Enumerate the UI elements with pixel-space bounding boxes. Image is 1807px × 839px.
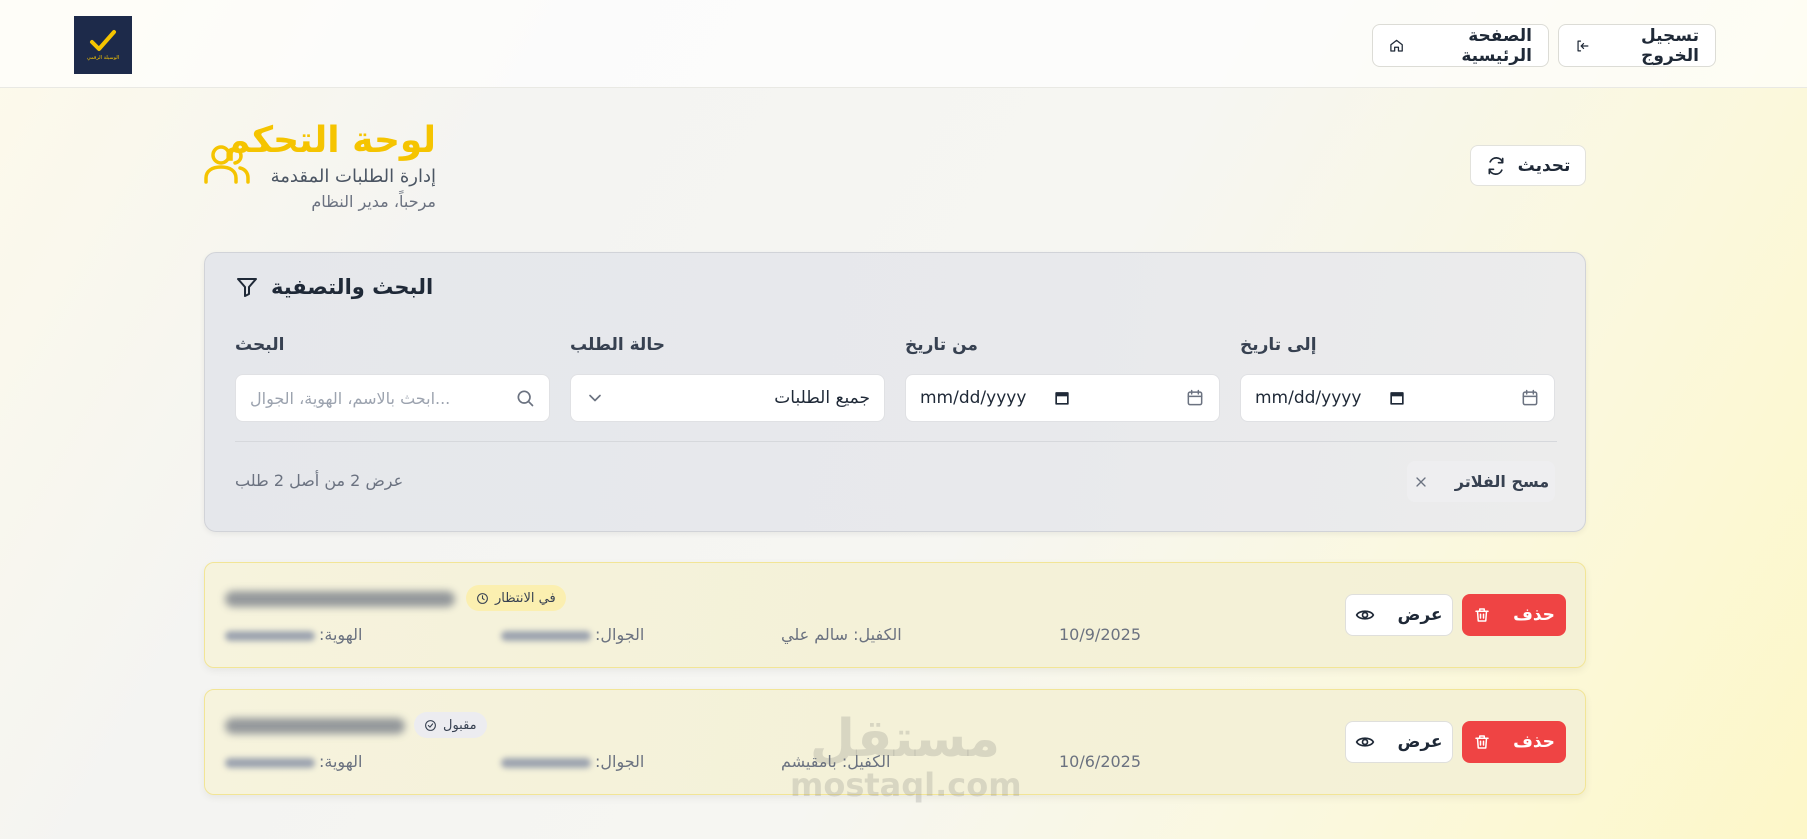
home-icon xyxy=(1390,39,1403,52)
search-input[interactable]: ...ابحث بالاسم، الهوية، الجوال xyxy=(235,374,550,422)
logo-check-icon xyxy=(90,30,116,51)
from-date-input[interactable]: mm/dd/yyyy xyxy=(905,374,1220,422)
phone-field: الجوال: xyxy=(501,625,644,644)
search-placeholder: ...ابحث بالاسم، الهوية، الجوال xyxy=(250,388,451,408)
filter-icon xyxy=(237,278,257,297)
home-button[interactable]: الصفحة الرئيسية xyxy=(1372,24,1549,67)
watermark-arabic: مستقل xyxy=(809,709,1001,769)
phone-value xyxy=(501,757,591,768)
trash-icon xyxy=(1475,735,1489,749)
page-subtitle: إدارة الطلبات المقدمة xyxy=(270,166,436,187)
filter-title-text: البحث والتصفية xyxy=(271,275,434,299)
view-button[interactable]: عرض xyxy=(1345,721,1453,763)
status-badge: في الانتظار xyxy=(466,585,566,611)
phone-label: الجوال: xyxy=(595,625,645,644)
refresh-button[interactable]: تحديث xyxy=(1470,145,1586,186)
clock-icon xyxy=(477,592,488,604)
eye-icon xyxy=(1356,737,1375,747)
id-field: الهوية: xyxy=(225,625,362,644)
delete-button-label: حذف xyxy=(1513,605,1555,625)
top-bar: الوسيلة الرقمي الصفحة الرئيسية تسجيل الخ… xyxy=(0,0,1807,88)
refresh-icon xyxy=(1488,156,1504,175)
from-date-value: mm/dd/yyyy xyxy=(920,388,1027,408)
request-date: 10/6/2025 xyxy=(1059,752,1142,771)
status-badge-text: مقبول xyxy=(443,717,477,733)
calendar-picker-icon[interactable] xyxy=(1052,388,1072,408)
home-button-label: الصفحة الرئيسية xyxy=(1461,25,1532,66)
sponsor-field: الكفيل: سالم علي xyxy=(781,625,902,644)
request-date: 10/9/2025 xyxy=(1059,625,1142,644)
id-field: الهوية: xyxy=(225,752,362,771)
clear-filters-button[interactable]: مسح الفلاتر xyxy=(1407,461,1555,502)
watermark-english: mostaql.com xyxy=(790,766,1022,804)
applicant-name xyxy=(225,718,405,734)
trash-icon xyxy=(1475,608,1489,622)
title-block: لوحة التحكم إدارة الطلبات المقدمة مرحباً… xyxy=(224,118,436,214)
id-value xyxy=(225,757,315,768)
view-button[interactable]: عرض xyxy=(1345,594,1453,636)
id-value xyxy=(225,630,315,641)
to-date-label: إلى تاريخ xyxy=(1240,335,1317,355)
id-label: الهوية: xyxy=(319,752,363,771)
status-badge: مقبول xyxy=(414,712,487,738)
id-label: الهوية: xyxy=(319,625,363,644)
filter-title: البحث والتصفية xyxy=(235,275,433,299)
delete-button-label: حذف xyxy=(1513,732,1555,752)
view-button-label: عرض xyxy=(1397,605,1443,625)
app-logo[interactable]: الوسيلة الرقمي xyxy=(74,16,132,74)
logout-icon xyxy=(1577,39,1589,52)
results-count: عرض 2 من أصل 2 طلب xyxy=(235,471,404,490)
to-date-input[interactable]: mm/dd/yyyy xyxy=(1240,374,1555,422)
filter-divider xyxy=(235,441,1557,442)
applicant-name xyxy=(225,591,455,607)
to-date-value: mm/dd/yyyy xyxy=(1255,388,1362,408)
view-button-label: عرض xyxy=(1397,732,1443,752)
search-icon xyxy=(517,390,534,407)
phone-field: الجوال: xyxy=(501,752,644,771)
status-select-value: جميع الطلبات xyxy=(774,388,870,408)
eye-icon xyxy=(1356,610,1375,620)
close-icon xyxy=(1416,476,1426,487)
status-badge-text: في الانتظار xyxy=(495,590,556,606)
page-title: لوحة التحكم xyxy=(223,120,436,161)
chevron-down-icon xyxy=(589,394,601,402)
status-select[interactable]: جميع الطلبات xyxy=(570,374,885,422)
delete-button[interactable]: حذف xyxy=(1462,594,1566,636)
calendar-icon xyxy=(1522,389,1538,406)
watermark: مستقل mostaql.com xyxy=(790,709,1022,804)
check-circle-icon xyxy=(425,719,436,731)
logout-button-label: تسجيل الخروج xyxy=(1640,25,1699,66)
logout-button[interactable]: تسجيل الخروج xyxy=(1558,24,1716,67)
refresh-button-label: تحديث xyxy=(1517,155,1571,176)
status-label: حالة الطلب xyxy=(570,335,665,355)
request-row: في الانتظار الهوية: الجوال: الكفيل: سالم… xyxy=(204,562,1586,668)
welcome-text: مرحباً، مدير النظام xyxy=(311,192,436,211)
calendar-picker-icon[interactable] xyxy=(1387,388,1407,408)
logo-text: الوسيلة الرقمي xyxy=(86,55,120,61)
delete-button[interactable]: حذف xyxy=(1462,721,1566,763)
filter-card: البحث والتصفية البحث ...ابحث بالاسم، اله… xyxy=(204,252,1586,532)
from-date-label: من تاريخ xyxy=(905,335,978,355)
search-label: البحث xyxy=(235,335,285,355)
phone-value xyxy=(501,630,591,641)
calendar-icon xyxy=(1187,389,1203,406)
clear-filters-label: مسح الفلاتر xyxy=(1454,472,1550,491)
phone-label: الجوال: xyxy=(595,752,645,771)
